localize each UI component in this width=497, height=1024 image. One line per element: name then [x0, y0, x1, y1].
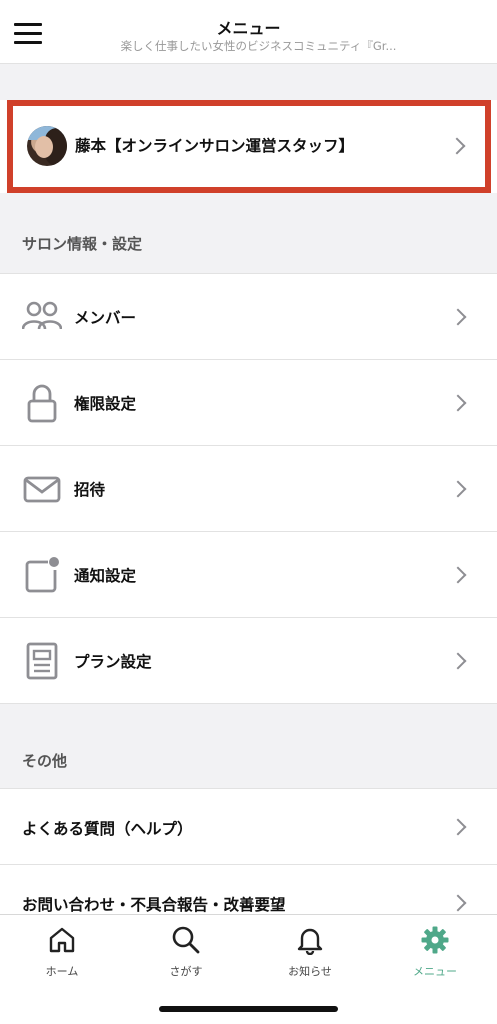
chevron-right-icon — [449, 818, 467, 836]
menu-item-faq[interactable]: よくある質問（ヘルプ） — [0, 789, 497, 865]
home-icon — [49, 927, 75, 953]
menu-item-permissions[interactable]: 権限設定 — [0, 360, 497, 446]
section-title: サロン情報・設定 — [22, 235, 143, 253]
notification-icon — [25, 557, 59, 593]
menu-item-label: 招待 — [74, 481, 106, 499]
tab-label: メニュー — [413, 965, 457, 978]
chevron-right-icon — [449, 894, 467, 912]
tab-notifications[interactable]: お知らせ — [248, 915, 372, 985]
section-header-other: その他 — [0, 704, 497, 789]
menu-item-label: メンバー — [74, 309, 137, 327]
members-icon — [22, 301, 62, 330]
home-indicator — [159, 1006, 338, 1012]
menu-item-plan-settings[interactable]: プラン設定 — [0, 618, 497, 704]
tab-label: さがす — [169, 965, 203, 978]
profile-name: 藤本【オンラインサロン運営スタッフ】 — [75, 137, 355, 155]
header: メニュー 楽しく仕事したい女性のビジネスコミュニティ『Gr... — [0, 0, 497, 64]
section-title: その他 — [22, 752, 68, 770]
tab-home[interactable]: ホーム — [0, 915, 124, 985]
tab-search[interactable]: さがす — [124, 915, 248, 985]
mail-icon — [23, 476, 61, 503]
chevron-right-icon — [449, 566, 467, 584]
profile-row[interactable]: 藤本【オンラインサロン運営スタッフ】 — [7, 100, 491, 193]
avatar — [27, 126, 67, 166]
menu-item-label: プラン設定 — [74, 653, 152, 671]
tab-label: お知らせ — [288, 965, 332, 978]
community-name: 楽しく仕事したい女性のビジネスコミュニティ『Gr... — [120, 39, 397, 53]
document-icon — [26, 642, 58, 680]
chevron-right-icon — [449, 394, 467, 412]
app-root: メニュー 楽しく仕事したい女性のビジネスコミュニティ『Gr... 藤本【オンライ… — [0, 0, 497, 1024]
menu-item-label: 権限設定 — [74, 395, 137, 413]
menu-item-invite[interactable]: 招待 — [0, 446, 497, 532]
spacer — [0, 64, 497, 100]
menu-item-notification-settings[interactable]: 通知設定 — [0, 532, 497, 618]
menu-item-members[interactable]: メンバー — [0, 274, 497, 360]
section-header-salon-settings: サロン情報・設定 — [0, 199, 497, 274]
tab-label: ホーム — [45, 965, 79, 978]
tab-menu[interactable]: メニュー — [373, 915, 497, 985]
menu-item-label: 通知設定 — [74, 567, 137, 585]
bell-icon — [297, 928, 323, 955]
chevron-right-icon — [449, 308, 467, 326]
chevron-right-icon — [449, 652, 467, 670]
menu-item-label: よくある質問（ヘルプ） — [22, 820, 193, 838]
gear-icon — [421, 926, 449, 954]
page-title: メニュー — [216, 19, 281, 38]
search-icon — [172, 926, 200, 954]
lock-icon — [27, 384, 57, 423]
menu-item-label: お問い合わせ・不具合報告・改善要望 — [22, 896, 286, 914]
chevron-right-icon — [448, 137, 466, 155]
chevron-right-icon — [449, 480, 467, 498]
